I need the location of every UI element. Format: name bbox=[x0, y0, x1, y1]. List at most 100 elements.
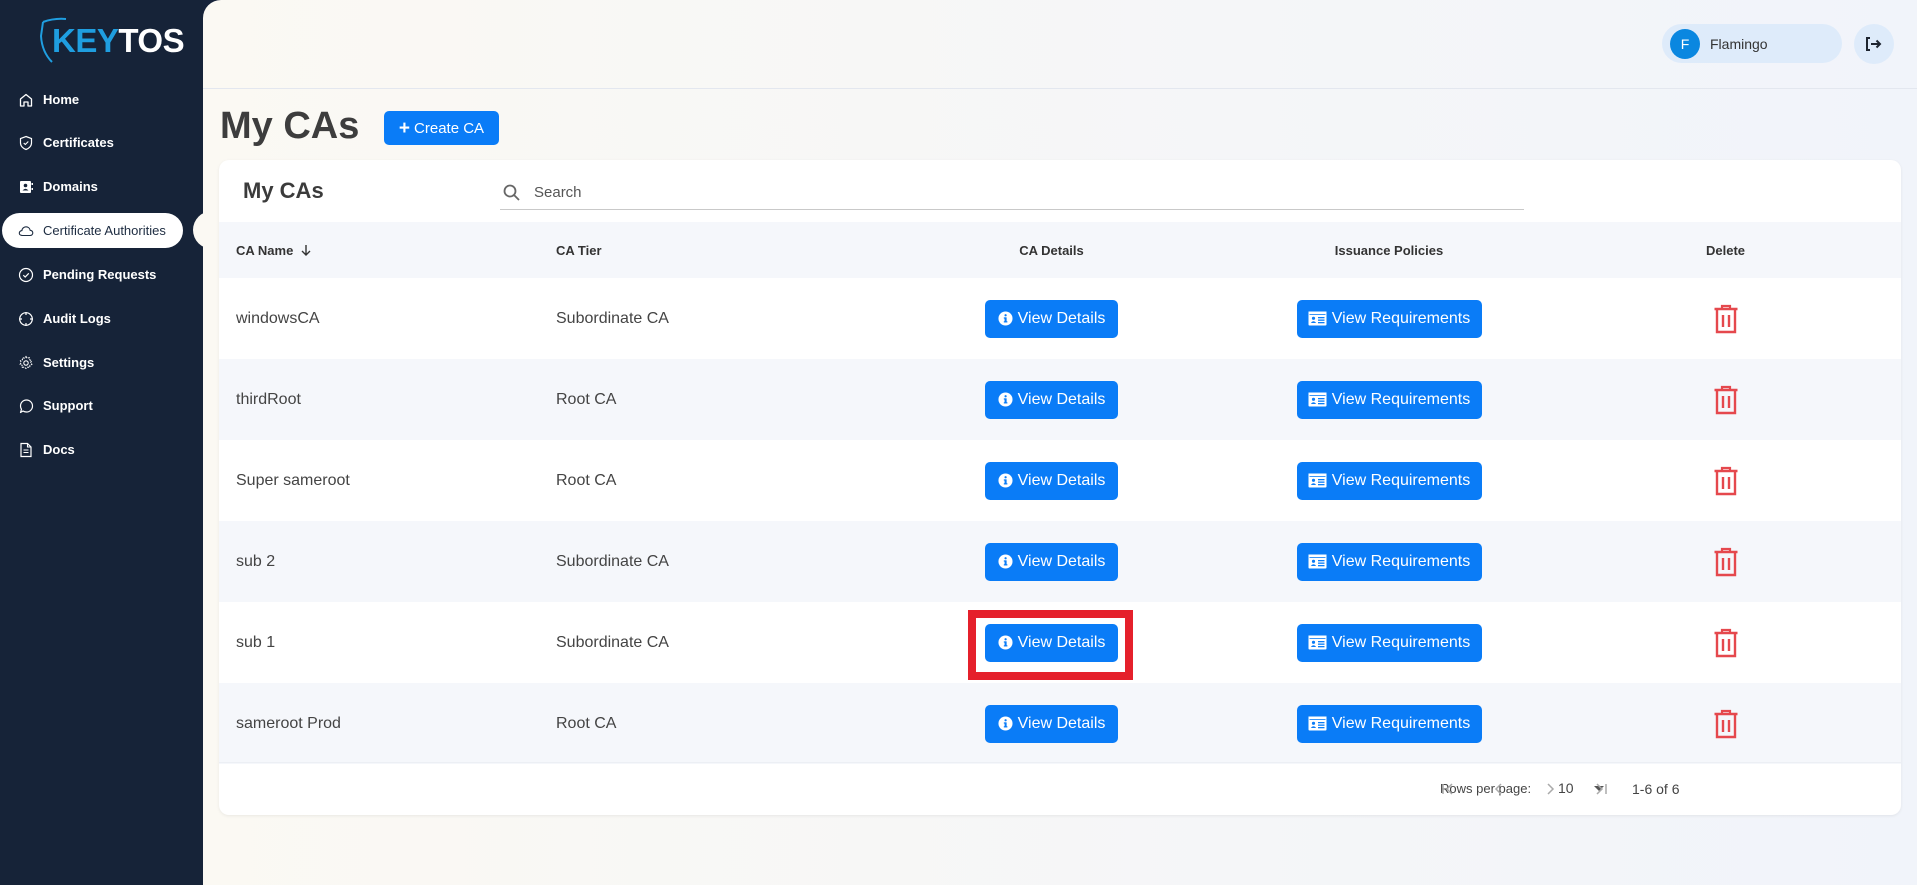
view-details-button[interactable]: View Details bbox=[985, 704, 1118, 743]
view-details-label: View Details bbox=[1017, 309, 1106, 327]
sidebar-item-label: Support bbox=[43, 398, 93, 413]
view-requirements-label: View Requirements bbox=[1331, 471, 1471, 489]
view-details-label: View Details bbox=[1017, 471, 1106, 489]
last-page-button[interactable] bbox=[1586, 775, 1616, 803]
sidebar-item-support[interactable]: Support bbox=[2, 388, 183, 423]
sidebar: KEYTOS Home Certificates Domains Certifi… bbox=[0, 0, 203, 885]
ca-details-cell: View Details bbox=[892, 299, 1211, 338]
view-requirements-button[interactable]: View Requirements bbox=[1296, 704, 1482, 743]
view-requirements-button[interactable]: View Requirements bbox=[1296, 461, 1482, 500]
trash-icon[interactable] bbox=[1713, 709, 1739, 739]
trash-icon[interactable] bbox=[1713, 385, 1739, 415]
sidebar-item-audit-logs[interactable]: Audit Logs bbox=[2, 301, 183, 336]
ca-table: CA Name CA Tier CA Details Issuance Poli… bbox=[219, 222, 1901, 764]
user-menu[interactable]: F Flamingo bbox=[1662, 24, 1842, 63]
ca-details-cell: View Details bbox=[892, 380, 1211, 419]
view-details-button[interactable]: View Details bbox=[985, 461, 1118, 500]
view-requirements-label: View Requirements bbox=[1331, 714, 1471, 732]
view-details-button[interactable]: View Details bbox=[985, 542, 1118, 581]
view-details-button[interactable]: View Details bbox=[985, 623, 1118, 662]
info-icon bbox=[998, 311, 1013, 326]
view-details-label: View Details bbox=[1017, 633, 1106, 651]
delete-cell bbox=[1567, 628, 1884, 658]
ca-tier-cell: Subordinate CA bbox=[556, 633, 669, 651]
card-title: My CAs bbox=[243, 178, 324, 203]
first-page-icon bbox=[1442, 783, 1453, 795]
ca-tier-cell: Subordinate CA bbox=[556, 552, 669, 570]
id-card-icon bbox=[1308, 635, 1327, 650]
chevron-left-icon bbox=[1494, 783, 1502, 795]
logout-icon bbox=[1866, 37, 1882, 51]
column-header-delete: Delete bbox=[1705, 242, 1746, 258]
column-header-ca-tier: CA Tier bbox=[556, 242, 602, 258]
view-details-label: View Details bbox=[1017, 552, 1106, 570]
view-requirements-button[interactable]: View Requirements bbox=[1296, 623, 1482, 662]
table-row: thirdRoot Root CA View Details View Requ… bbox=[219, 359, 1901, 440]
avatar: F bbox=[1670, 28, 1700, 59]
column-header-ca-name[interactable]: CA Name bbox=[219, 243, 556, 258]
sidebar-item-docs[interactable]: Docs bbox=[2, 432, 183, 467]
check-circle-icon bbox=[18, 267, 34, 283]
ca-details-cell: View Details bbox=[892, 609, 1211, 680]
info-icon bbox=[998, 392, 1013, 407]
view-requirements-button[interactable]: View Requirements bbox=[1296, 542, 1482, 581]
home-icon bbox=[18, 92, 34, 108]
sort-arrow-down-icon[interactable] bbox=[299, 243, 313, 257]
issuance-policies-cell: View Requirements bbox=[1211, 299, 1567, 338]
info-icon bbox=[998, 473, 1013, 488]
ca-name-cell: sub 1 bbox=[219, 634, 556, 652]
create-ca-button[interactable]: + Create CA bbox=[384, 111, 499, 145]
id-card-icon bbox=[1308, 473, 1327, 488]
view-details-button[interactable]: View Details bbox=[985, 380, 1118, 419]
sidebar-item-label: Audit Logs bbox=[43, 311, 111, 326]
first-page-button[interactable] bbox=[1433, 775, 1463, 803]
trash-icon[interactable] bbox=[1713, 628, 1739, 658]
view-requirements-label: View Requirements bbox=[1331, 633, 1471, 651]
search-field[interactable] bbox=[500, 176, 1524, 210]
view-requirements-button[interactable]: View Requirements bbox=[1296, 380, 1482, 419]
view-details-button[interactable]: View Details bbox=[985, 299, 1118, 338]
ca-details-cell: View Details bbox=[892, 461, 1211, 500]
trash-icon[interactable] bbox=[1713, 466, 1739, 496]
ca-name-cell: sameroot Prod bbox=[219, 715, 556, 733]
sidebar-item-label: Certificate Authorities bbox=[43, 223, 166, 238]
delete-cell bbox=[1567, 709, 1884, 739]
sidebar-item-label: Domains bbox=[43, 179, 98, 194]
shield-check-icon bbox=[18, 135, 34, 151]
logo-tos: TOS bbox=[118, 22, 185, 59]
ca-name: windowsCA bbox=[236, 309, 320, 327]
issuance-policies-cell: View Requirements bbox=[1211, 704, 1567, 743]
sidebar-item-label: Settings bbox=[43, 355, 95, 370]
issuance-policies-cell: View Requirements bbox=[1211, 623, 1567, 662]
ca-name-cell: windowsCA bbox=[219, 310, 556, 328]
keytos-logo[interactable]: KEYTOS bbox=[38, 16, 185, 64]
sidebar-item-pending-requests[interactable]: Pending Requests bbox=[2, 257, 183, 292]
sidebar-item-label: Docs bbox=[43, 442, 75, 457]
sidebar-item-domains[interactable]: Domains bbox=[2, 169, 183, 204]
search-input[interactable] bbox=[534, 184, 1434, 201]
sidebar-item-certificates[interactable]: Certificates bbox=[2, 125, 183, 160]
gear-icon bbox=[18, 355, 34, 371]
logo-key: KEY bbox=[52, 22, 119, 59]
view-requirements-label: View Requirements bbox=[1331, 309, 1471, 327]
sidebar-item-settings[interactable]: Settings bbox=[2, 345, 183, 380]
view-requirements-button[interactable]: View Requirements bbox=[1296, 299, 1482, 338]
sidebar-item-certificate-authorities[interactable]: Certificate Authorities bbox=[2, 213, 183, 248]
previous-page-button[interactable] bbox=[1484, 775, 1514, 803]
ca-name-cell: sub 2 bbox=[219, 553, 556, 571]
sidebar-item-label: Home bbox=[43, 92, 80, 107]
trash-icon[interactable] bbox=[1713, 304, 1739, 334]
ca-name: sub 1 bbox=[236, 633, 276, 651]
id-card-icon bbox=[1308, 554, 1327, 569]
ca-details-cell: View Details bbox=[892, 704, 1211, 743]
main-content: F Flamingo My CAs + Create CA My CAs C bbox=[203, 0, 1917, 885]
next-page-button[interactable] bbox=[1535, 775, 1565, 803]
ca-tier-cell: Root CA bbox=[556, 714, 617, 732]
sidebar-item-home[interactable]: Home bbox=[2, 82, 183, 117]
create-ca-label: Create CA bbox=[414, 119, 485, 137]
logout-button[interactable] bbox=[1854, 24, 1894, 64]
info-icon bbox=[998, 635, 1013, 650]
table-row: sameroot Prod Root CA View Details View … bbox=[219, 683, 1901, 764]
plus-icon: + bbox=[398, 117, 411, 139]
trash-icon[interactable] bbox=[1713, 547, 1739, 577]
